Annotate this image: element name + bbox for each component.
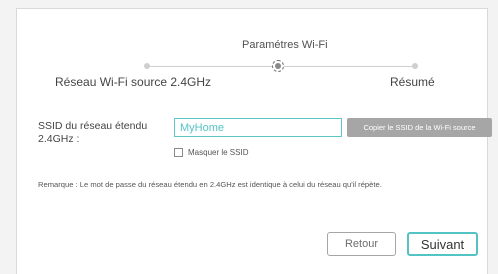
- back-button[interactable]: Retour: [327, 232, 396, 256]
- step-1-label: Réseau Wi-Fi source 2.4GHz: [55, 75, 212, 89]
- ssid-input[interactable]: [174, 118, 342, 137]
- hide-ssid-label: Masquer le SSID: [188, 147, 249, 157]
- step-title: Paramétres Wi-Fi: [242, 39, 328, 51]
- step-3-dot: [412, 63, 418, 69]
- ssid-label: SSID du réseau étendu 2.4GHz :: [38, 120, 148, 145]
- hide-ssid-checkbox[interactable]: [174, 147, 183, 157]
- next-button[interactable]: Suivant: [407, 232, 478, 256]
- step-2-current-dot: [272, 60, 284, 72]
- password-remark: Remarque : Le mot de passe du réseau éte…: [38, 180, 382, 189]
- copy-source-ssid-button[interactable]: Copier le SSID de la Wi-Fi source: [347, 118, 492, 137]
- step-3-label: Résumé: [390, 75, 435, 89]
- step-1-dot: [144, 63, 150, 69]
- hide-ssid-option[interactable]: Masquer le SSID: [174, 146, 248, 158]
